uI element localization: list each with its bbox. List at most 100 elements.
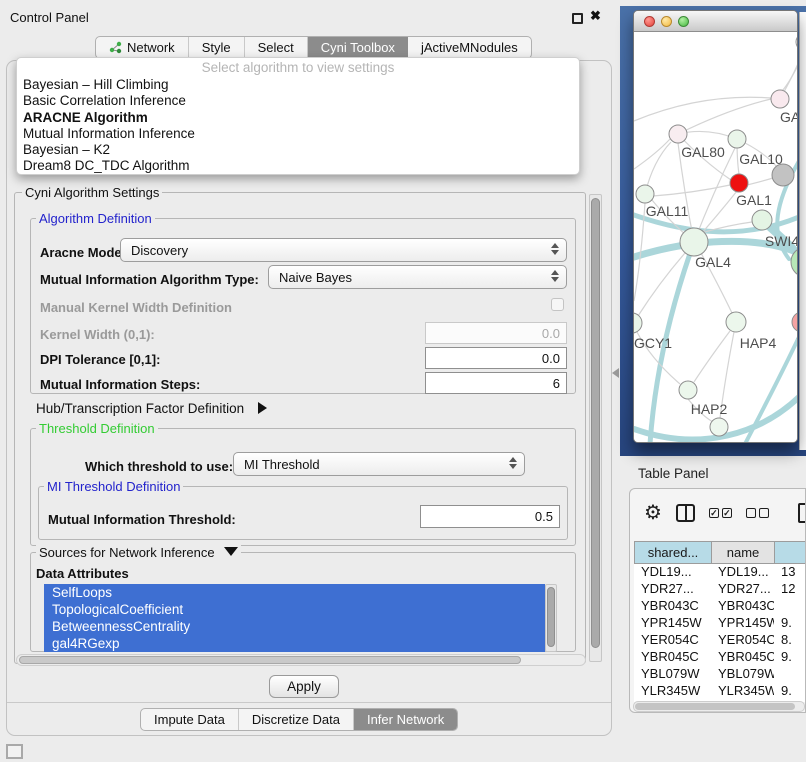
attribute-item[interactable]: BetweennessCentrality xyxy=(44,618,545,635)
float-window-icon[interactable] xyxy=(572,13,583,24)
collapse-down-icon[interactable] xyxy=(224,547,238,556)
columns-icon[interactable] xyxy=(676,504,695,522)
network-node[interactable] xyxy=(679,381,697,399)
settings-horizontal-scrollbar[interactable] xyxy=(16,654,586,666)
expand-right-icon[interactable] xyxy=(258,402,267,414)
dpi-tolerance-input[interactable]: 0.0 xyxy=(425,347,567,369)
tab-infer-network[interactable]: Infer Network xyxy=(354,709,457,730)
network-node[interactable] xyxy=(752,210,772,230)
table-row[interactable]: YPR145WYPR145W9. xyxy=(634,615,806,632)
table-row[interactable]: YDR27...YDR27...12 xyxy=(634,581,806,598)
network-node[interactable] xyxy=(634,313,642,333)
network-node[interactable] xyxy=(771,90,789,108)
close-icon[interactable]: ✖ xyxy=(590,8,601,24)
sources-group-title[interactable]: Sources for Network Inference xyxy=(36,545,241,560)
close-traffic-light-icon[interactable] xyxy=(644,16,655,27)
hub-definition-expander[interactable]: Hub/Transcription Factor Definition xyxy=(36,401,267,416)
zoom-traffic-light-icon[interactable] xyxy=(678,16,689,27)
table-row[interactable]: YDL19...YDL19...13 xyxy=(634,564,806,581)
table-row[interactable]: YER054CYER054C8. xyxy=(634,632,806,649)
column-header[interactable]: name xyxy=(712,542,775,563)
network-node[interactable] xyxy=(680,228,708,256)
table-row[interactable]: YBR045CYBR045C9. xyxy=(634,649,806,666)
table-cell: YDR27... xyxy=(711,581,774,598)
dropdown-item[interactable]: Bayesian – Hill Climbing xyxy=(17,77,579,93)
tab-cyni-toolbox[interactable]: Cyni Toolbox xyxy=(308,37,408,58)
network-graph[interactable]: GALGAL80GAL10GAL1GAL11SWI4GAL4GCY1HAP4YH… xyxy=(634,32,797,443)
settings-vertical-scrollbar-thumb[interactable] xyxy=(591,198,600,648)
network-edge[interactable] xyxy=(745,337,797,443)
dropdown-item[interactable]: Basic Correlation Inference xyxy=(17,93,579,109)
column-header[interactable] xyxy=(775,542,806,563)
tab-label: Select xyxy=(258,40,294,55)
deselect-all-checkboxes-icon[interactable] xyxy=(746,508,769,518)
minimize-traffic-light-icon[interactable] xyxy=(661,16,672,27)
table-row[interactable]: YLR345WYLR345W9. xyxy=(634,683,806,700)
table-horizontal-scrollbar-thumb[interactable] xyxy=(635,703,795,710)
new-column-icon[interactable] xyxy=(798,503,806,523)
splitter-handle-icon[interactable] xyxy=(612,368,619,378)
dock-grip-icon[interactable] xyxy=(6,744,23,759)
kernel-width-input[interactable]: 0.0 xyxy=(425,322,567,344)
mi-threshold-label: Mutual Information Threshold: xyxy=(48,512,236,527)
settings-horizontal-scrollbar-thumb[interactable] xyxy=(19,656,521,664)
network-node[interactable] xyxy=(728,130,746,148)
network-node[interactable] xyxy=(710,418,728,436)
network-node[interactable] xyxy=(730,174,748,192)
attribute-item[interactable]: TopologicalCoefficient xyxy=(44,601,545,618)
network-window[interactable]: GALGAL80GAL10GAL1GAL11SWI4GAL4GCY1HAP4YH… xyxy=(633,10,798,443)
tab-network[interactable]: Network xyxy=(96,37,189,58)
network-canvas[interactable]: GALGAL80GAL10GAL1GAL11SWI4GAL4GCY1HAP4YH… xyxy=(634,32,797,443)
attribute-item[interactable]: gal4RGexp xyxy=(44,635,545,652)
table-cell xyxy=(774,598,806,615)
table-cell: YER054C xyxy=(634,632,711,649)
dropdown-item[interactable]: ARACNE Algorithm xyxy=(17,110,579,126)
network-node[interactable] xyxy=(726,312,746,332)
network-edge[interactable] xyxy=(653,185,730,196)
select-all-checkboxes-icon[interactable]: ✓✓ xyxy=(709,508,732,518)
aracne-mode-select[interactable]: Discovery xyxy=(120,238,567,262)
network-node[interactable] xyxy=(772,164,794,186)
settings-vertical-scrollbar[interactable] xyxy=(589,194,602,662)
tab-style[interactable]: Style xyxy=(189,37,245,58)
dropdown-item[interactable]: Mutual Information Inference xyxy=(17,126,579,142)
data-attributes-list[interactable]: SelfLoopsTopologicalCoefficientBetweenne… xyxy=(44,584,545,652)
network-edge[interactable] xyxy=(694,148,735,242)
cyni-bottom-tabbar: Impute DataDiscretize DataInfer Network xyxy=(140,708,458,731)
dropdown-item[interactable]: Bayesian – K2 xyxy=(17,142,579,158)
network-edge[interactable] xyxy=(782,51,797,91)
tab-discretize-data[interactable]: Discretize Data xyxy=(239,709,354,730)
which-threshold-select[interactable]: MI Threshold xyxy=(233,452,525,476)
mi-steps-input[interactable]: 6 xyxy=(425,372,567,394)
table-cell: YPR145W xyxy=(634,615,711,632)
attributes-scrollbar[interactable] xyxy=(545,584,557,652)
network-node-label: HAP4 xyxy=(740,335,777,351)
dropdown-item[interactable]: Dream8 DC_TDC Algorithm xyxy=(17,158,579,174)
network-edge[interactable] xyxy=(634,139,670,169)
tab-jactivemnodules[interactable]: jActiveMNodules xyxy=(408,37,531,58)
network-edge[interactable] xyxy=(694,331,730,382)
network-node[interactable] xyxy=(669,125,687,143)
mi-algorithm-type-select[interactable]: Naive Bayes xyxy=(268,265,567,289)
manual-kernel-width-checkbox[interactable] xyxy=(551,298,564,311)
table-row[interactable]: YBL079WYBL079W xyxy=(634,666,806,683)
attributes-scrollbar-thumb[interactable] xyxy=(547,587,555,647)
table-horizontal-scrollbar[interactable] xyxy=(633,701,805,712)
network-edge[interactable] xyxy=(634,97,771,121)
network-node[interactable] xyxy=(796,33,797,51)
table-cell: YBL079W xyxy=(711,666,774,683)
tab-select[interactable]: Select xyxy=(245,37,308,58)
network-edge[interactable] xyxy=(747,178,773,185)
table-row[interactable]: YBR043CYBR043C xyxy=(634,598,806,615)
gear-icon[interactable]: ⚙ xyxy=(644,503,662,523)
column-header[interactable]: shared... xyxy=(635,542,712,563)
network-node[interactable] xyxy=(792,312,797,332)
network-edge[interactable] xyxy=(678,99,771,134)
attribute-item[interactable]: SelfLoops xyxy=(44,584,545,601)
tab-label: jActiveMNodules xyxy=(421,40,518,55)
tab-impute-data[interactable]: Impute Data xyxy=(141,709,239,730)
network-node[interactable] xyxy=(636,185,654,203)
network-window-titlebar[interactable] xyxy=(634,11,797,32)
apply-button[interactable]: Apply xyxy=(269,675,339,698)
mi-threshold-input[interactable]: 0.5 xyxy=(420,505,560,528)
